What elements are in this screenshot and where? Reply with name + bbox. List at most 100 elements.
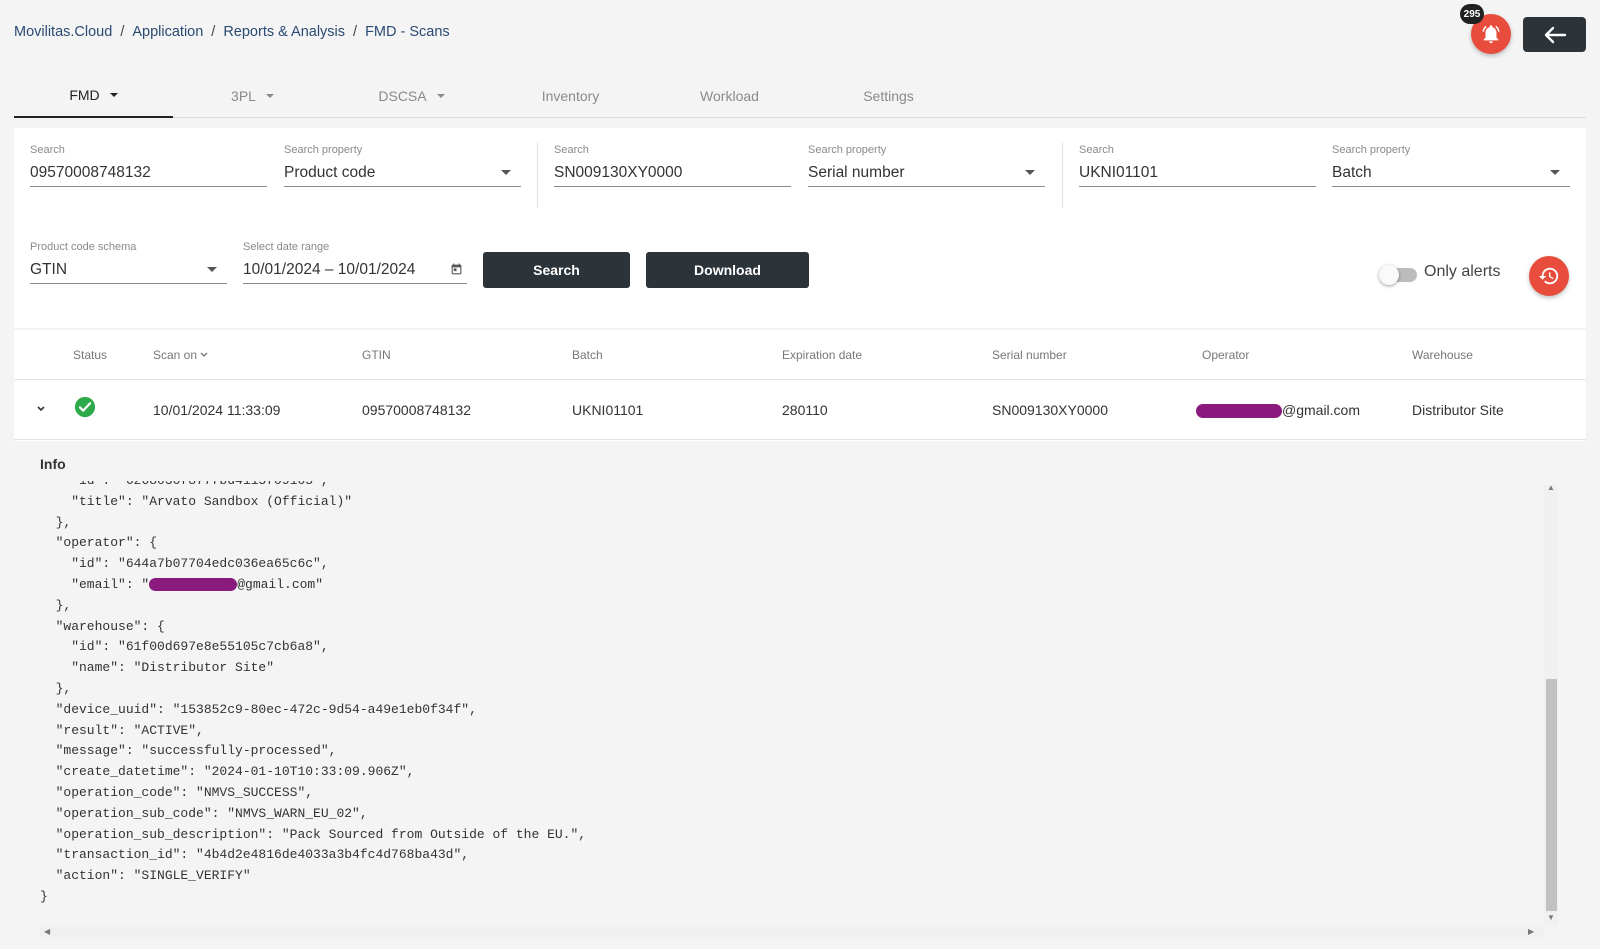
search-field-2[interactable]: Search SN009130XY0000 — [554, 144, 791, 187]
json-line: "device_uuid": "153852c9-80ec-472c-9d54-… — [40, 701, 477, 717]
json-line: "title": "Arvato Sandbox (Official)" — [40, 493, 353, 509]
scroll-left-icon[interactable]: ◀ — [44, 927, 50, 936]
json-line: }, — [40, 597, 72, 613]
history-reset-button[interactable] — [1529, 256, 1569, 296]
redaction-mark — [149, 578, 238, 592]
field-value: SN009130XY0000 — [554, 163, 683, 181]
cell-expiration-date: 280110 — [782, 402, 828, 418]
json-line: "warehouse": { — [40, 618, 165, 634]
notification-count-badge: 295 — [1460, 4, 1484, 24]
caret-down-icon — [109, 93, 118, 97]
scroll-right-icon[interactable]: ▶ — [1528, 927, 1534, 936]
scroll-up-icon[interactable]: ▲ — [1547, 483, 1555, 492]
caret-down-icon — [436, 94, 445, 98]
column-header-gtin: GTIN — [362, 348, 391, 362]
tab-workload[interactable]: Workload — [650, 74, 809, 118]
breadcrumb-item[interactable]: Movilitas.Cloud — [14, 24, 112, 40]
search-property-select-3[interactable]: Search property Batch — [1332, 144, 1570, 187]
breadcrumb-separator: / — [353, 24, 358, 40]
json-content: "id": "6268030f877fbd4115f09105", "title… — [40, 481, 586, 908]
field-value: Serial number — [808, 163, 905, 181]
search-input[interactable]: UKNI01101 — [1079, 159, 1316, 187]
scroll-down-icon[interactable]: ▼ — [1547, 913, 1555, 922]
json-line: "name": "Distributor Site" — [40, 660, 275, 676]
horizontal-scrollbar[interactable]: ◀ ▶ — [40, 925, 1544, 939]
only-alerts-toggle[interactable] — [1379, 265, 1417, 285]
tab-settings[interactable]: Settings — [809, 74, 968, 118]
field-value: GTIN — [30, 260, 68, 278]
column-header-status: Status — [73, 348, 108, 362]
dropdown-arrow-icon — [207, 267, 217, 272]
select-input[interactable]: GTIN — [30, 256, 227, 284]
vertical-scrollbar[interactable]: ▲ ▼ — [1544, 483, 1558, 925]
toggle-knob — [1379, 265, 1399, 285]
breadcrumb-item[interactable]: Application — [132, 24, 203, 40]
search-field-3[interactable]: Search UKNI01101 — [1079, 144, 1316, 187]
breadcrumb-separator: / — [120, 24, 125, 40]
column-header-expiration-date: Expiration date — [782, 348, 863, 362]
check-circle-icon — [74, 396, 96, 418]
breadcrumb-item[interactable]: Reports & Analysis — [223, 24, 345, 40]
table-row[interactable]: 10/01/2024 11:33:09 09570008748132 UKNI0… — [14, 380, 1586, 440]
cell-warehouse: Distributor Site — [1412, 402, 1504, 418]
download-button[interactable]: Download — [646, 252, 809, 288]
calendar-icon[interactable] — [450, 263, 463, 276]
tab-label: Workload — [700, 88, 759, 104]
field-label: Product code schema — [30, 241, 137, 253]
row-details-panel: Info "id": "6268030f877fbd4115f09105", "… — [14, 441, 1586, 949]
tab-label: DSCSA — [378, 88, 427, 104]
tab-fmd[interactable]: FMD — [14, 74, 173, 118]
column-label: Scan on — [153, 348, 198, 362]
select-input[interactable]: Batch — [1332, 159, 1570, 187]
chevron-down-icon[interactable] — [36, 405, 46, 413]
field-label: Search property — [284, 144, 363, 156]
date-range-picker[interactable]: Select date range 10/01/2024 – 10/01/202… — [243, 241, 467, 284]
scrollbar-thumb[interactable] — [1546, 679, 1557, 911]
date-range-input[interactable]: 10/01/2024 – 10/01/2024 — [243, 256, 467, 284]
tab-inventory[interactable]: Inventory — [491, 74, 650, 118]
field-label: Search property — [1332, 144, 1411, 156]
search-input[interactable]: 09570008748132 — [30, 159, 267, 187]
field-label: Search — [1079, 144, 1114, 156]
cell-gtin: 09570008748132 — [362, 402, 472, 418]
tab-3pl[interactable]: 3PL — [173, 74, 332, 118]
search-button[interactable]: Search — [483, 252, 630, 288]
field-value: Batch — [1332, 163, 1372, 181]
select-input[interactable]: Product code — [284, 159, 521, 187]
json-line: "operation_sub_description": "Pack Sourc… — [40, 826, 587, 842]
back-button[interactable] — [1523, 17, 1586, 52]
tab-dscsa[interactable]: DSCSA — [332, 74, 491, 118]
search-property-select-2[interactable]: Search property Serial number — [808, 144, 1045, 187]
cell-scan-on: 10/01/2024 11:33:09 — [153, 402, 281, 418]
column-header-serial-number: Serial number — [992, 348, 1067, 362]
divider — [537, 143, 538, 208]
arrow-left-icon — [1544, 26, 1566, 43]
field-label: Search property — [808, 144, 887, 156]
filter-panel: Search 09570008748132 Search property Pr… — [14, 128, 1586, 328]
cell-serial-number: SN009130XY0000 — [992, 402, 1108, 418]
select-input[interactable]: Serial number — [808, 159, 1045, 187]
json-line: "id": "6268030f877fbd4115f09105", — [40, 481, 586, 492]
field-value: Product code — [284, 163, 376, 181]
tab-label: 3PL — [231, 88, 256, 104]
breadcrumb-item-current[interactable]: FMD - Scans — [365, 24, 450, 40]
notifications: 295 — [1460, 4, 1511, 54]
search-field-1[interactable]: Search 09570008748132 — [30, 144, 267, 187]
json-line: "message": "successfully-processed", — [40, 743, 337, 759]
field-label: Search — [30, 144, 65, 156]
main-tabs: FMD 3PL DSCSA Inventory Workload Setting… — [14, 74, 1586, 118]
json-viewer[interactable]: "id": "6268030f877fbd4115f09105", "title… — [40, 481, 1576, 941]
column-header-scan-on[interactable]: Scan on — [153, 348, 208, 362]
dropdown-arrow-icon — [501, 170, 511, 175]
search-property-select-1[interactable]: Search property Product code — [284, 144, 521, 187]
bell-icon — [1482, 25, 1500, 44]
sort-icon — [200, 352, 208, 357]
scans-table: Status Scan on GTIN Batch Expiration dat… — [14, 330, 1586, 949]
json-line: "operation_code": "NMVS_SUCCESS", — [40, 784, 314, 800]
json-line: "operator": { — [40, 535, 158, 551]
divider — [1062, 143, 1063, 208]
column-header-batch: Batch — [572, 348, 603, 362]
product-code-schema-select[interactable]: Product code schema GTIN — [30, 241, 227, 284]
search-input[interactable]: SN009130XY0000 — [554, 159, 791, 187]
field-label: Search — [554, 144, 589, 156]
